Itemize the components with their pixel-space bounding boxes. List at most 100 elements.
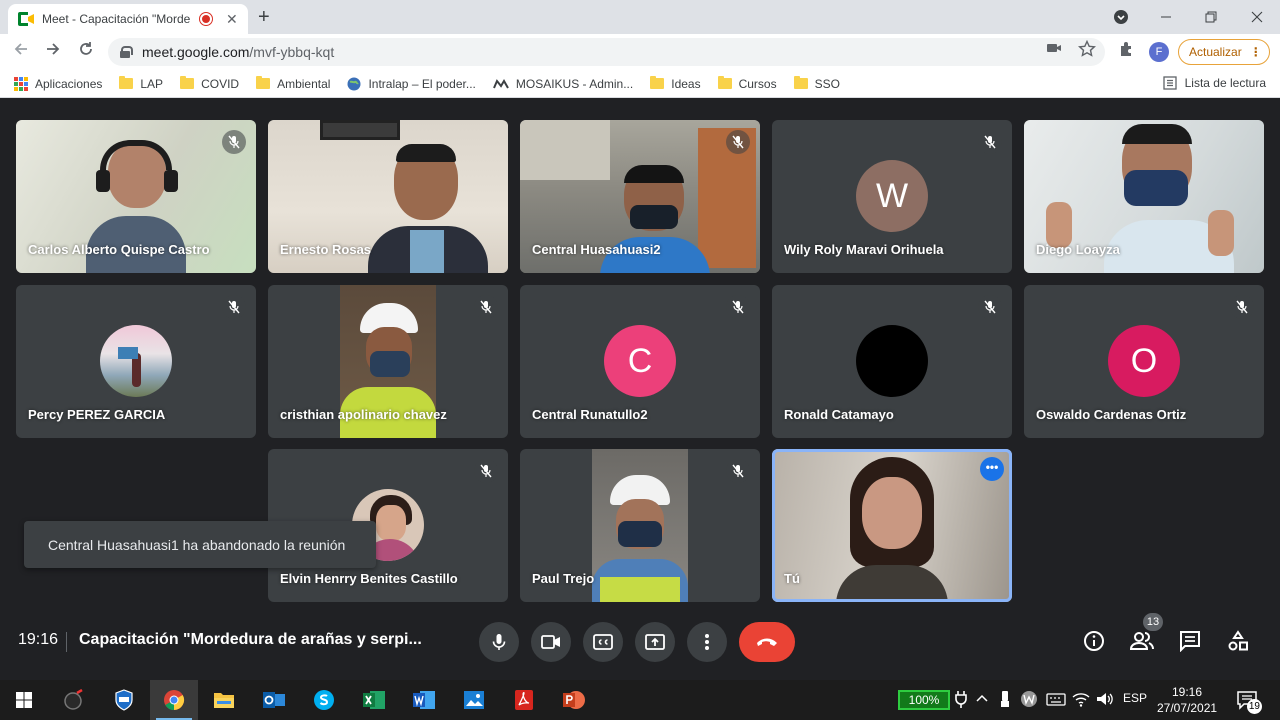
start-button[interactable] (0, 680, 48, 720)
bookmark-ideas[interactable]: Ideas (650, 76, 701, 91)
camera-icon (541, 635, 560, 649)
tray-expand-icon[interactable] (976, 692, 988, 706)
powerpoint-icon (563, 691, 585, 709)
mic-off-icon (978, 295, 1002, 319)
tab-meet[interactable]: Meet - Capacitación "Morde ✕ (8, 4, 248, 34)
taskbar-app-security[interactable] (100, 680, 148, 720)
participant-tile[interactable]: Percy PEREZ GARCIA (16, 285, 256, 438)
participant-tile[interactable]: Ernesto Rosas (268, 120, 508, 273)
microphone-icon (492, 634, 506, 650)
camera-button[interactable] (531, 622, 571, 662)
participant-tile[interactable]: Diego Loayza (1024, 120, 1264, 273)
forward-icon[interactable] (42, 41, 64, 63)
taskbar-app-explorer[interactable] (200, 680, 248, 720)
taskbar-app-tools[interactable] (50, 680, 98, 720)
taskbar-app-word[interactable] (400, 680, 448, 720)
participant-tile[interactable]: Carlos Alberto Quispe Castro (16, 120, 256, 273)
menu-icon: ⋮ (1249, 45, 1262, 59)
volume-icon[interactable] (1096, 691, 1114, 710)
participant-name: Elvin Henrry Benites Castillo (280, 571, 458, 586)
more-options-button[interactable] (687, 622, 727, 662)
bookmark-cursos[interactable]: Cursos (717, 76, 777, 91)
participant-tile[interactable]: cristhian apolinario chavez (268, 285, 508, 438)
bookmark-star-icon[interactable] (1077, 39, 1097, 62)
participant-video (592, 449, 688, 602)
apps-icon (14, 76, 28, 91)
taskbar-app-powerpoint[interactable] (550, 680, 598, 720)
new-tab-button[interactable]: + (258, 6, 270, 29)
close-tab-icon[interactable]: ✕ (226, 11, 238, 28)
participant-tile[interactable]: Paul Trejo (520, 449, 760, 602)
folder-icon (256, 76, 271, 89)
extensions-icon[interactable] (1118, 40, 1136, 62)
mic-off-icon (726, 459, 750, 483)
reading-list[interactable]: Lista de lectura (1162, 76, 1266, 90)
taskbar-clock[interactable]: 19:16 27/07/2021 (1157, 684, 1217, 716)
recording-icon (200, 13, 212, 25)
close-window-icon[interactable] (1237, 4, 1277, 30)
taskbar-app-excel[interactable] (350, 680, 398, 720)
participant-tile[interactable]: C Central Runatullo2 (520, 285, 760, 438)
taskbar-app-skype[interactable] (300, 680, 348, 720)
meeting-info-icon[interactable] (1079, 626, 1109, 656)
folder-icon (180, 76, 195, 89)
excel-icon (363, 691, 385, 709)
chat-icon[interactable] (1175, 626, 1205, 656)
people-icon[interactable] (1127, 626, 1157, 656)
chrome-icon (164, 690, 185, 711)
bookmark-ambiental[interactable]: Ambiental (256, 76, 330, 91)
participant-name: Oswaldo Cardenas Ortiz (1036, 407, 1187, 422)
present-button[interactable] (635, 622, 675, 662)
word-tray-icon[interactable] (1020, 690, 1038, 711)
keyboard-icon[interactable] (1046, 691, 1066, 710)
participant-tile[interactable]: W Wily Roly Maravi Orihuela (772, 120, 1012, 273)
leave-notification: Central Huasahuasi1 ha abandonado la reu… (24, 521, 376, 568)
notification-center-icon[interactable]: 19 (1236, 689, 1262, 714)
address-bar[interactable]: meet.google.com/mvf-ybbq-kqt (108, 38, 1105, 66)
browser-toolbar: meet.google.com/mvf-ybbq-kqt F Actualiza… (0, 34, 1280, 70)
taskbar-app-outlook[interactable] (250, 680, 298, 720)
participant-tile[interactable]: Ronald Catamayo (772, 285, 1012, 438)
usb-icon[interactable] (1000, 690, 1010, 711)
taskbar-app-chrome[interactable] (150, 680, 198, 720)
mic-off-icon (978, 130, 1002, 154)
battery-indicator[interactable]: 100% (898, 690, 950, 710)
folder-explorer-icon (214, 693, 234, 708)
activities-icon[interactable] (1223, 626, 1253, 656)
bookmark-sso[interactable]: SSO (793, 76, 840, 91)
wifi-icon[interactable] (1072, 691, 1090, 710)
participant-tile[interactable]: O Oswaldo Cardenas Ortiz (1024, 285, 1264, 438)
meeting-title: Capacitación "Mordedura de arañas y serp… (79, 631, 422, 648)
update-button[interactable]: Actualizar ⋮ (1178, 39, 1270, 65)
meeting-controls: 19:16 Capacitación "Mordedura de arañas … (0, 610, 1280, 680)
restore-icon[interactable] (1191, 4, 1231, 30)
profile-avatar[interactable]: F (1149, 42, 1169, 62)
language-indicator[interactable]: ESP (1123, 691, 1147, 705)
bookmark-covid[interactable]: COVID (180, 76, 239, 91)
end-call-button[interactable] (739, 622, 795, 662)
participant-name: Diego Loayza (1036, 242, 1120, 257)
minimize-icon[interactable] (1146, 4, 1186, 30)
back-icon[interactable] (10, 41, 32, 63)
participant-avatar: W (856, 160, 928, 232)
meeting-grid: Carlos Alberto Quispe Castro Ernesto Ros… (0, 99, 1280, 680)
camera-blocked-icon[interactable] (1046, 40, 1062, 60)
taskbar-app-acrobat[interactable] (500, 680, 548, 720)
microphone-button[interactable] (479, 622, 519, 662)
participant-name: Percy PEREZ GARCIA (28, 407, 166, 422)
bookmark-mosaikus[interactable]: MOSAIKUS - Admin... (492, 77, 633, 91)
captions-button[interactable] (583, 622, 623, 662)
participant-name: Wily Roly Maravi Orihuela (784, 242, 944, 257)
power-plug-icon[interactable] (955, 690, 967, 711)
participant-avatar: O (1108, 325, 1180, 397)
tab-title: Meet - Capacitación "Morde (42, 12, 191, 26)
windows-icon (16, 692, 32, 708)
taskbar-app-photos[interactable] (450, 680, 498, 720)
reload-icon[interactable] (75, 41, 97, 63)
bookmark-lap[interactable]: LAP (119, 76, 163, 91)
tab-strip: Meet - Capacitación "Morde ✕ + (0, 0, 1280, 34)
bookmark-apps[interactable]: Aplicaciones (14, 76, 102, 91)
tab-search-icon[interactable] (1101, 4, 1141, 30)
participant-tile[interactable]: Central Huasahuasi2 (520, 120, 760, 273)
bookmark-intralap[interactable]: Intralap – El poder... (347, 77, 476, 91)
